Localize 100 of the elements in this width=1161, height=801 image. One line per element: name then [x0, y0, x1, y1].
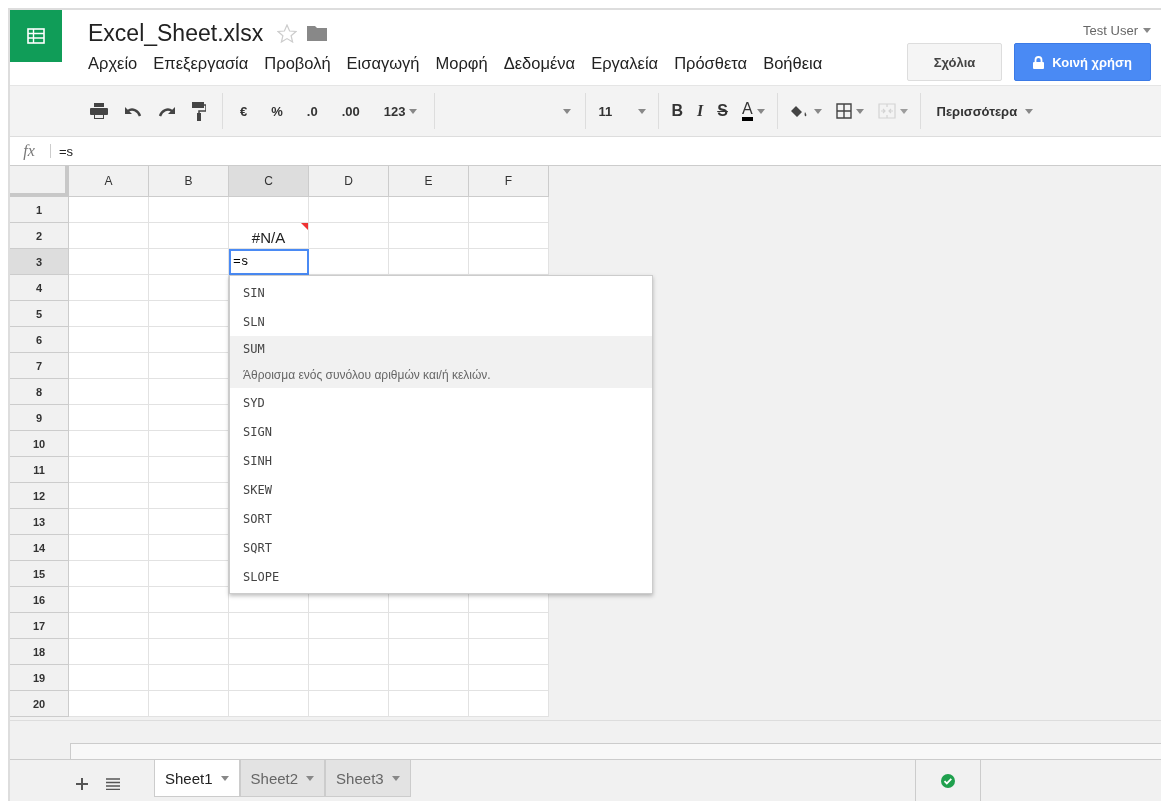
row-header[interactable]: 17 — [10, 613, 69, 639]
empty-cell[interactable] — [469, 691, 549, 717]
row-header[interactable]: 18 — [10, 639, 69, 665]
redo-icon[interactable] — [158, 105, 176, 117]
menu-item[interactable]: Προβολή — [264, 54, 331, 73]
italic-button[interactable]: I — [693, 99, 708, 123]
paint-format-icon[interactable] — [192, 101, 206, 121]
row-header[interactable]: 12 — [10, 483, 69, 509]
row-header[interactable]: 19 — [10, 665, 69, 691]
empty-cell[interactable] — [309, 639, 389, 665]
empty-cell[interactable] — [389, 665, 469, 691]
suggestion-item[interactable]: SQRT — [230, 533, 652, 562]
column-header[interactable]: A — [69, 166, 149, 197]
menu-item[interactable]: Εργαλεία — [591, 54, 659, 73]
empty-cell[interactable] — [309, 665, 389, 691]
menu-item[interactable]: Μορφή — [435, 54, 488, 73]
app-logo[interactable] — [10, 10, 62, 62]
row-header[interactable]: 14 — [10, 535, 69, 561]
number-format-button[interactable]: 123 — [374, 100, 427, 122]
empty-cell[interactable] — [229, 639, 309, 665]
caret-icon[interactable] — [306, 775, 315, 781]
empty-cell[interactable] — [149, 613, 229, 639]
formula-input[interactable]: =s — [59, 143, 74, 159]
folder-icon[interactable] — [307, 25, 328, 41]
suggestion-item[interactable]: SLN — [230, 307, 652, 336]
suggestion-item[interactable]: SLOPE — [230, 562, 652, 591]
corner-cell[interactable] — [10, 166, 69, 197]
menu-item[interactable]: Πρόσθετα — [674, 54, 748, 73]
caret-icon[interactable] — [638, 108, 647, 114]
empty-cell[interactable] — [389, 223, 469, 249]
suggestion-item[interactable]: SIGN — [230, 417, 652, 446]
row-header[interactable]: 7 — [10, 353, 69, 379]
row-header[interactable]: 16 — [10, 587, 69, 613]
empty-cell[interactable] — [149, 665, 229, 691]
sheet-list-icon[interactable] — [106, 778, 120, 790]
empty-cell[interactable] — [149, 691, 229, 717]
empty-cell[interactable] — [149, 197, 229, 223]
row-header[interactable]: 8 — [10, 379, 69, 405]
caret-icon[interactable] — [1025, 108, 1034, 114]
row-header[interactable]: 2 — [10, 223, 69, 249]
user-menu[interactable]: Test User — [1083, 22, 1151, 38]
empty-cell[interactable] — [389, 639, 469, 665]
number-format-button[interactable]: .00 — [332, 100, 369, 122]
undo-icon[interactable] — [124, 105, 142, 117]
suggestion-item[interactable]: SKEW — [230, 475, 652, 504]
caret-icon[interactable] — [563, 108, 572, 114]
empty-cell[interactable] — [229, 665, 309, 691]
menu-item[interactable]: Βοήθεια — [763, 54, 823, 73]
suggestion-item[interactable]: SYD — [230, 388, 652, 417]
empty-cell[interactable] — [389, 691, 469, 717]
suggestion-item[interactable]: SORT — [230, 504, 652, 533]
row-header[interactable]: 6 — [10, 327, 69, 353]
sheet-tab[interactable]: Sheet2 — [239, 760, 326, 797]
row-header[interactable]: 13 — [10, 509, 69, 535]
menu-item[interactable]: Αρχείο — [88, 54, 138, 73]
number-format-button[interactable]: % — [262, 100, 292, 122]
bold-button[interactable]: B — [667, 99, 687, 123]
column-header[interactable]: F — [469, 166, 549, 197]
menu-item[interactable]: Δεδομένα — [503, 54, 576, 73]
empty-cell[interactable] — [149, 639, 229, 665]
strikethrough-button[interactable]: S — [713, 99, 732, 123]
empty-cell[interactable] — [469, 223, 549, 249]
empty-cell[interactable] — [389, 613, 469, 639]
suggestion-item[interactable]: SINH — [230, 446, 652, 475]
add-sheet-icon[interactable] — [76, 778, 88, 790]
sheet-tab[interactable]: Sheet3 — [325, 760, 411, 797]
column-header[interactable]: E — [389, 166, 469, 197]
empty-cell[interactable] — [309, 691, 389, 717]
star-icon[interactable] — [277, 23, 298, 43]
empty-cell[interactable] — [469, 197, 549, 223]
caret-icon[interactable] — [855, 108, 864, 114]
row-header[interactable]: 9 — [10, 405, 69, 431]
row-header[interactable]: 20 — [10, 691, 69, 717]
text-color-button[interactable]: A — [737, 98, 769, 124]
caret-icon[interactable] — [391, 775, 400, 781]
empty-cell[interactable] — [229, 691, 309, 717]
column-header[interactable]: D — [309, 166, 389, 197]
empty-cell[interactable] — [309, 613, 389, 639]
document-title[interactable]: Excel_Sheet.xlsx — [88, 19, 264, 47]
empty-cell[interactable] — [389, 197, 469, 223]
menu-item[interactable]: Εισαγωγή — [346, 54, 420, 73]
menu-item[interactable]: Επεξεργασία — [153, 54, 249, 73]
row-header[interactable]: 10 — [10, 431, 69, 457]
column-header[interactable]: B — [149, 166, 229, 197]
row-header[interactable]: 5 — [10, 301, 69, 327]
suggestion-item[interactable]: SIN — [230, 278, 652, 307]
caret-icon[interactable] — [409, 108, 418, 114]
row-header[interactable]: 1 — [10, 197, 69, 223]
font-size-select[interactable]: 11 — [594, 100, 651, 122]
comments-button[interactable]: Σχόλια — [907, 43, 1002, 81]
caret-icon[interactable] — [813, 108, 822, 114]
number-format-button[interactable]: € — [231, 100, 257, 122]
empty-cell[interactable] — [149, 587, 229, 613]
row-header[interactable]: 3 — [10, 249, 69, 275]
empty-cell[interactable] — [149, 223, 229, 249]
sheet-tab[interactable]: Sheet1 — [154, 760, 240, 797]
empty-cell[interactable] — [469, 665, 549, 691]
print-icon[interactable] — [90, 103, 108, 119]
column-header[interactable]: C — [229, 166, 309, 197]
horizontal-scrollbar[interactable] — [70, 743, 1161, 759]
